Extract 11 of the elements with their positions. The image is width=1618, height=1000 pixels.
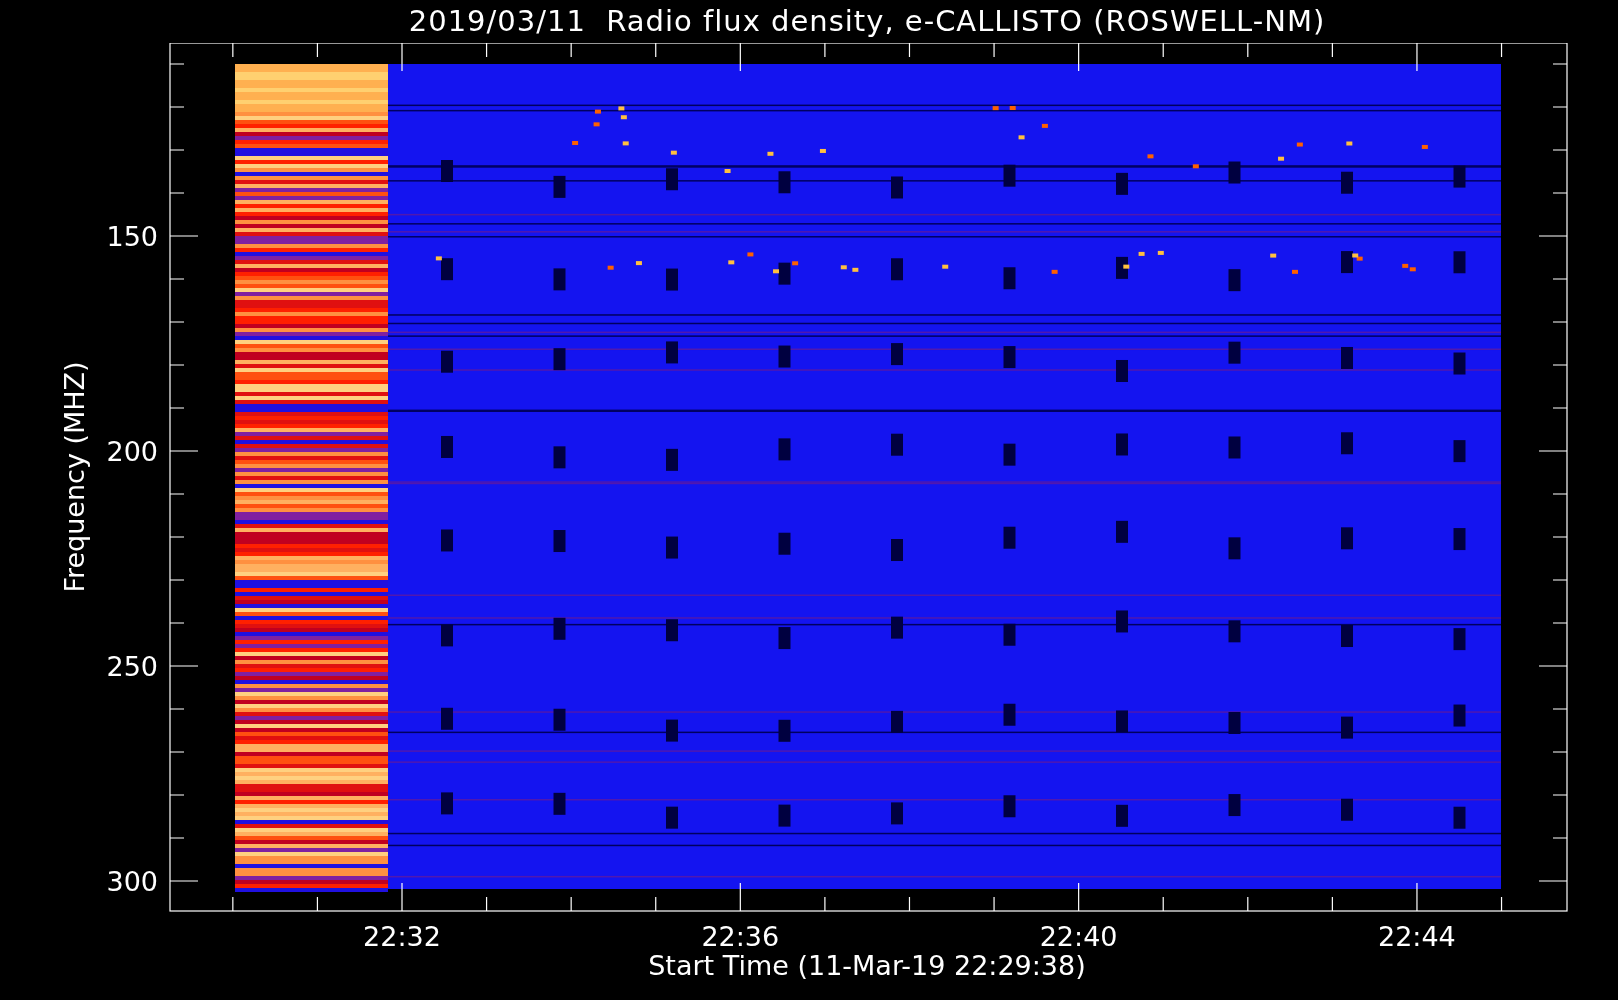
chart-title: 2019/03/11 Radio flux density, e-CALLISTO (ROSWELL-NM)	[408, 7, 1326, 36]
axis-label: Start Time (11-Mar-19 22:29:38)	[648, 950, 1086, 981]
tick-label: 22:36	[701, 921, 780, 952]
axis-label: Frequency (MHZ)	[59, 361, 90, 593]
tick-label: 22:40	[1039, 921, 1118, 952]
tick-label: 200	[106, 436, 158, 467]
tick-label: 250	[106, 651, 158, 682]
tick-label: 22:44	[1378, 921, 1456, 952]
tick-label: 300	[106, 866, 158, 897]
tick-label: 22:32	[363, 921, 441, 952]
tick-label: 150	[106, 221, 158, 252]
